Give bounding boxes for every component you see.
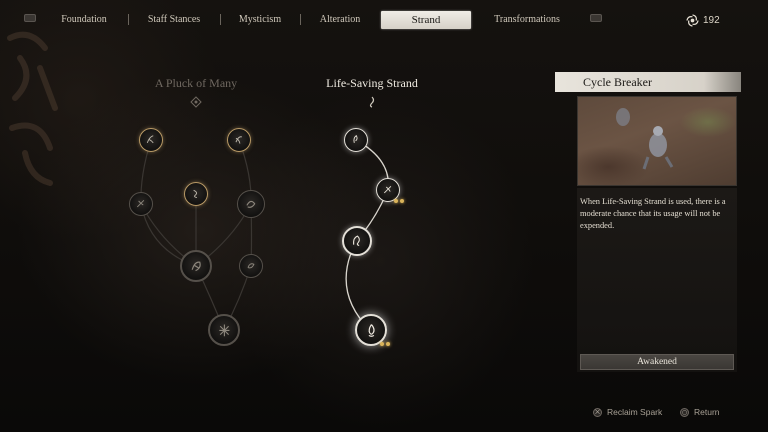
tree-title-a-pluck-of-many: A Pluck of Many [154, 76, 238, 90]
skill-node[interactable] [129, 192, 153, 216]
spark-count: 192 [703, 14, 720, 26]
skill-node[interactable] [239, 254, 263, 278]
tab-divider [300, 14, 301, 25]
strand-skill-icon [137, 200, 145, 208]
tree-emblem-icon [369, 96, 375, 108]
strand-skill-icon [191, 261, 201, 271]
circle-button-icon: ○ [680, 407, 689, 417]
strand-skill-icon [353, 135, 358, 144]
skill-node[interactable] [227, 128, 251, 152]
tree-emblem-icon [190, 96, 202, 108]
skill-point-pips [380, 342, 390, 346]
skill-description: When Life-Saving Strand is used, there i… [580, 197, 726, 230]
l1-shoulder-icon [24, 14, 36, 22]
tab-divider [220, 14, 221, 25]
skill-node[interactable] [344, 128, 368, 152]
tab-divider [128, 14, 129, 25]
skill-node[interactable] [237, 190, 265, 218]
skill-detail-panel: Cycle Breaker When Life-Saving Strand is… [555, 72, 741, 372]
skill-node[interactable] [208, 314, 240, 346]
skill-node[interactable] [184, 182, 208, 206]
tab-mysticism[interactable]: Mysticism [228, 11, 292, 29]
skill-status-badge: Awakened [580, 354, 734, 370]
cross-button-icon: ⨉ [593, 407, 602, 417]
skill-node[interactable] [342, 226, 372, 256]
skill-node[interactable] [139, 128, 163, 152]
flame-strand-icon [368, 323, 375, 337]
skill-point-pips [394, 199, 404, 203]
strand-skill-icon [147, 135, 155, 144]
tab-strand[interactable]: Strand [381, 11, 471, 29]
reclaim-spark-hint[interactable]: ⨉ Reclaim Spark [593, 406, 662, 418]
strand-skill-icon [235, 136, 243, 145]
skill-node[interactable] [180, 250, 212, 282]
reclaim-spark-label: Reclaim Spark [607, 407, 663, 417]
spark-swirl-icon [686, 13, 699, 27]
tree-title-life-saving-strand: Life-Saving Strand [326, 76, 418, 90]
strand-skill-icon [218, 324, 230, 336]
tab-alteration[interactable]: Alteration [308, 11, 372, 29]
category-tab-bar: Foundation Staff Stances Mysticism Alter… [0, 0, 768, 38]
preview-figures [616, 108, 674, 170]
strand-skill-icon [384, 186, 392, 194]
tree1-links [140, 139, 253, 331]
return-label: Return [694, 407, 720, 417]
strand-skill-icon [246, 201, 256, 209]
strand-skill-icon [247, 263, 255, 269]
skill-detail-title: Cycle Breaker [555, 72, 741, 92]
return-hint[interactable]: ○ Return [680, 406, 720, 418]
r1-shoulder-icon [590, 14, 602, 22]
skill-preview-image [577, 96, 737, 186]
strand-skill-icon [353, 235, 361, 247]
background-calligraphy-decoration [0, 18, 70, 188]
strand-skill-icon [193, 190, 198, 199]
spark-counter: 192 [686, 11, 720, 29]
tab-transformations[interactable]: Transformations [482, 11, 572, 29]
tab-staff-stances[interactable]: Staff Stances [136, 11, 212, 29]
skill-tree-screen: Foundation Staff Stances Mysticism Alter… [0, 0, 768, 432]
tab-foundation[interactable]: Foundation [48, 11, 120, 29]
